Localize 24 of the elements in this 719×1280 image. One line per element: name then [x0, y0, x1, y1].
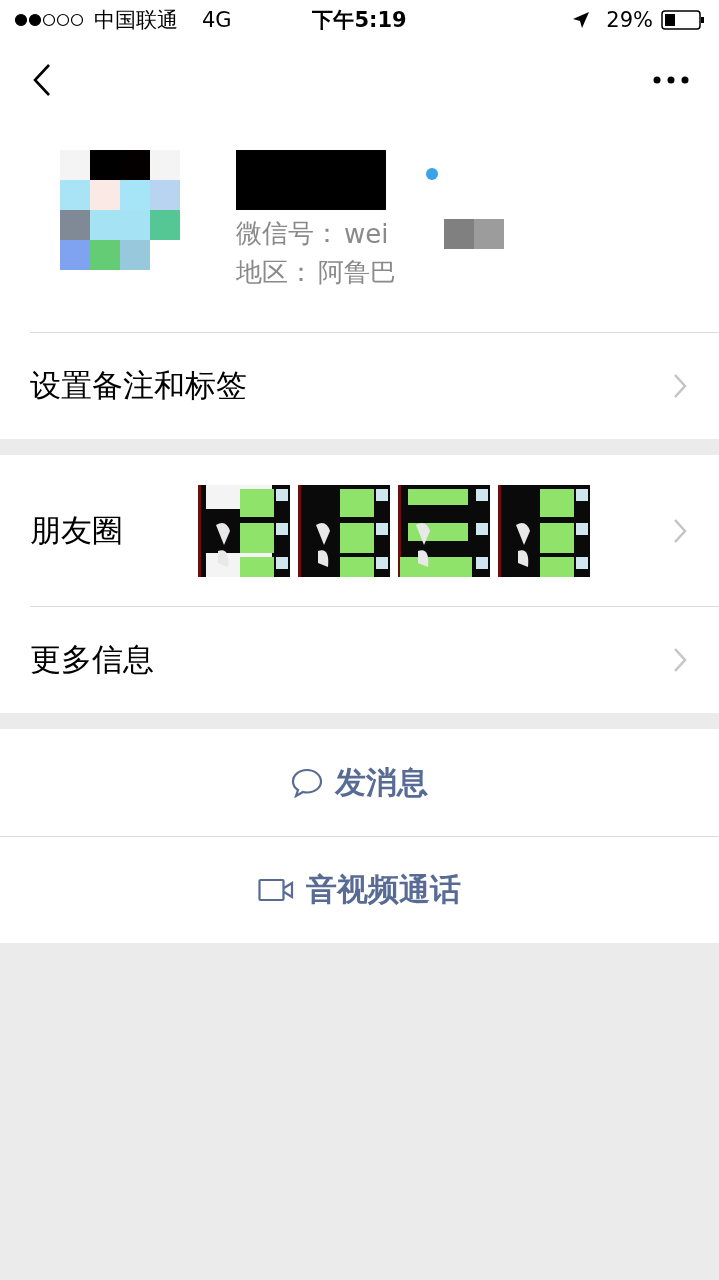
speech-bubble-icon — [291, 767, 323, 798]
list-row[interactable]: 朋友圈 — [30, 455, 719, 606]
region-label: 地区： — [236, 256, 314, 289]
video-camera-icon — [258, 878, 294, 902]
chevron-right-icon — [673, 373, 687, 399]
region: 阿鲁巴 — [318, 256, 396, 289]
location-arrow-icon — [572, 11, 591, 29]
action-button[interactable]: 发消息 — [0, 729, 719, 836]
row-label: 更多信息 — [30, 640, 155, 679]
wechat-id-label: 微信号： — [236, 217, 340, 250]
battery-percent: 29% — [606, 8, 653, 32]
signal-strength-icon — [14, 13, 84, 27]
row-label: 朋友圈 — [30, 510, 124, 550]
action-button[interactable]: 音视频通话 — [0, 836, 719, 943]
wechat-id: wei — [344, 218, 389, 249]
carrier-name: 中国联通 — [94, 7, 178, 34]
chevron-right-icon — [673, 517, 687, 544]
list-row[interactable]: 更多信息 — [30, 606, 719, 713]
redaction-mark — [444, 218, 505, 249]
chevron-right-icon — [673, 647, 687, 673]
battery-icon — [661, 10, 705, 30]
row-label: 设置备注和标签 — [30, 366, 247, 405]
network-type: 4G — [202, 8, 232, 32]
status-time: 下午5:19 — [312, 7, 407, 34]
